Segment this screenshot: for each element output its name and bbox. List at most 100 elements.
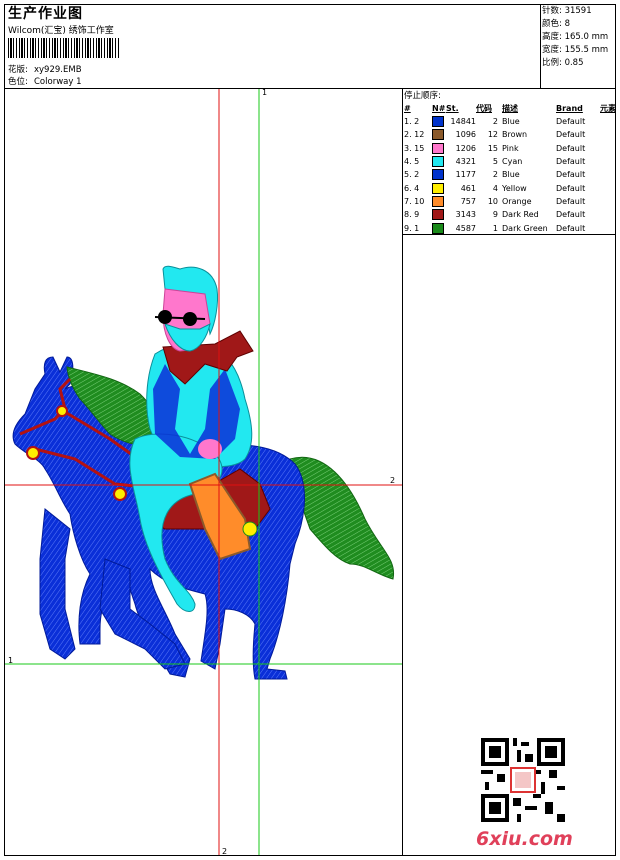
row-stitches: 1096 <box>455 130 476 140</box>
row-code: 1 <box>492 223 498 233</box>
bridle-ring-2 <box>56 405 68 417</box>
row-description: Yellow <box>502 183 527 193</box>
col-element: 元素 <box>600 103 616 113</box>
row-stitches: 4587 <box>455 223 476 233</box>
row-code: 10 <box>487 196 498 206</box>
page-title: 生产作业图 <box>8 6 83 22</box>
design-stats: 针数: 31591 颜色: 8 高度: 165.0 mm 宽度: 155.5 m… <box>542 5 616 70</box>
row-element <box>600 142 616 155</box>
bridle-ring-3 <box>113 487 127 501</box>
row-element <box>600 128 616 141</box>
stop-sequence-table: # N# St. 代码 描述 Brand 元素 1. 2 14841 2 Blue De… <box>404 102 616 235</box>
row-element <box>600 208 616 221</box>
row-description: Orange <box>502 196 532 206</box>
color-swatch <box>432 195 444 207</box>
row-swatch-cell <box>432 208 446 221</box>
row-index: 7. 10 <box>404 196 425 206</box>
row-brand: Default <box>556 117 586 127</box>
color-swatch <box>432 182 444 194</box>
col-description: 描述 <box>502 103 518 113</box>
guide-label-left: 1 <box>8 656 14 665</box>
row-stitches: 1177 <box>455 170 476 180</box>
stats-divider <box>540 4 541 88</box>
row-brand: Default <box>556 157 586 167</box>
design-height: 高度: 165.0 mm <box>542 32 609 42</box>
row-swatch-cell <box>432 181 446 194</box>
row-code: 15 <box>487 143 498 153</box>
row-description: Brown <box>502 130 528 140</box>
table-row: 4. 5 4321 5 Cyan Default <box>404 155 616 168</box>
flower <box>242 521 258 537</box>
row-index: 1. 2 <box>404 117 420 127</box>
row-element <box>600 168 616 181</box>
row-stitches: 757 <box>460 196 476 206</box>
table-row: 2. 12 1096 12 Brown Default <box>404 128 616 141</box>
design-value: xy929.EMB <box>34 65 82 75</box>
row-code: 2 <box>492 170 498 180</box>
row-element <box>600 221 616 234</box>
row-swatch-cell <box>432 168 446 181</box>
table-row: 1. 2 14841 2 Blue Default <box>404 115 616 128</box>
row-swatch-cell <box>432 115 446 128</box>
table-row: 5. 2 1177 2 Blue Default <box>404 168 616 181</box>
guide-label-right: 2 <box>390 476 396 485</box>
colorway-row: 色位: Colorway 1 <box>8 75 82 87</box>
row-brand: Default <box>556 143 586 153</box>
row-code: 9 <box>492 210 498 220</box>
horse-tail <box>289 456 395 580</box>
color-swatch <box>432 156 444 168</box>
row-code: 5 <box>492 157 498 167</box>
row-brand: Default <box>556 223 586 233</box>
row-index: 3. 15 <box>404 143 425 153</box>
bridle-ring-1 <box>26 446 40 460</box>
table-row: 6. 4 461 4 Yellow Default <box>404 181 616 194</box>
row-index: 8. 9 <box>404 210 420 220</box>
row-stitches: 3143 <box>455 210 476 220</box>
guide-label-bottom: 2 <box>222 847 228 856</box>
design-row: 花版: xy929.EMB <box>8 63 82 75</box>
design-width: 宽度: 155.5 mm <box>542 45 609 55</box>
color-swatch <box>432 209 444 221</box>
site-watermark: 6xiu.com <box>476 828 573 850</box>
row-brand: Default <box>556 196 586 206</box>
row-code: 12 <box>487 130 498 140</box>
row-stitches: 14841 <box>450 117 476 127</box>
row-element <box>600 155 616 168</box>
row-description: Dark Red <box>502 210 539 220</box>
qr-code <box>481 738 565 822</box>
stop-sequence-title: 停止顺序: <box>404 91 441 101</box>
table-row: 8. 9 3143 9 Dark Red Default <box>404 208 616 221</box>
row-index: 9. 1 <box>404 223 420 233</box>
row-index: 4. 5 <box>404 157 420 167</box>
colorway-label: 色位: <box>8 77 28 87</box>
col-index: # <box>404 103 411 113</box>
design-label: 花版: <box>8 65 28 75</box>
color-swatch <box>432 116 444 128</box>
row-index: 2. 12 <box>404 130 425 140</box>
row-description: Pink <box>502 143 519 153</box>
row-index: 6. 4 <box>404 183 420 193</box>
color-swatch <box>432 222 444 234</box>
rider-hand <box>198 439 222 459</box>
row-description: Cyan <box>502 157 523 167</box>
stitch-count: 针数: 31591 <box>542 6 592 16</box>
row-swatch-cell <box>432 155 446 168</box>
table-row: 7. 10 757 10 Orange Default <box>404 195 616 208</box>
table-header-row: # N# St. 代码 描述 Brand 元素 <box>404 102 616 115</box>
row-description: Blue <box>502 170 520 180</box>
table-row: 9. 1 4587 1 Dark Green Default <box>404 221 616 234</box>
row-swatch-cell <box>432 195 446 208</box>
row-swatch-cell <box>432 142 446 155</box>
row-swatch-cell <box>432 221 446 234</box>
color-swatch <box>432 129 444 141</box>
row-stitches: 4321 <box>455 157 476 167</box>
row-stitches: 461 <box>460 183 476 193</box>
guide-label-top: 1 <box>262 88 268 97</box>
row-stitches: 1206 <box>455 143 476 153</box>
color-swatch <box>432 169 444 181</box>
row-index: 5. 2 <box>404 170 420 180</box>
row-brand: Default <box>556 130 586 140</box>
table-row: 3. 15 1206 15 Pink Default <box>404 142 616 155</box>
design-scale: 比例: 0.85 <box>542 58 584 68</box>
row-brand: Default <box>556 210 586 220</box>
